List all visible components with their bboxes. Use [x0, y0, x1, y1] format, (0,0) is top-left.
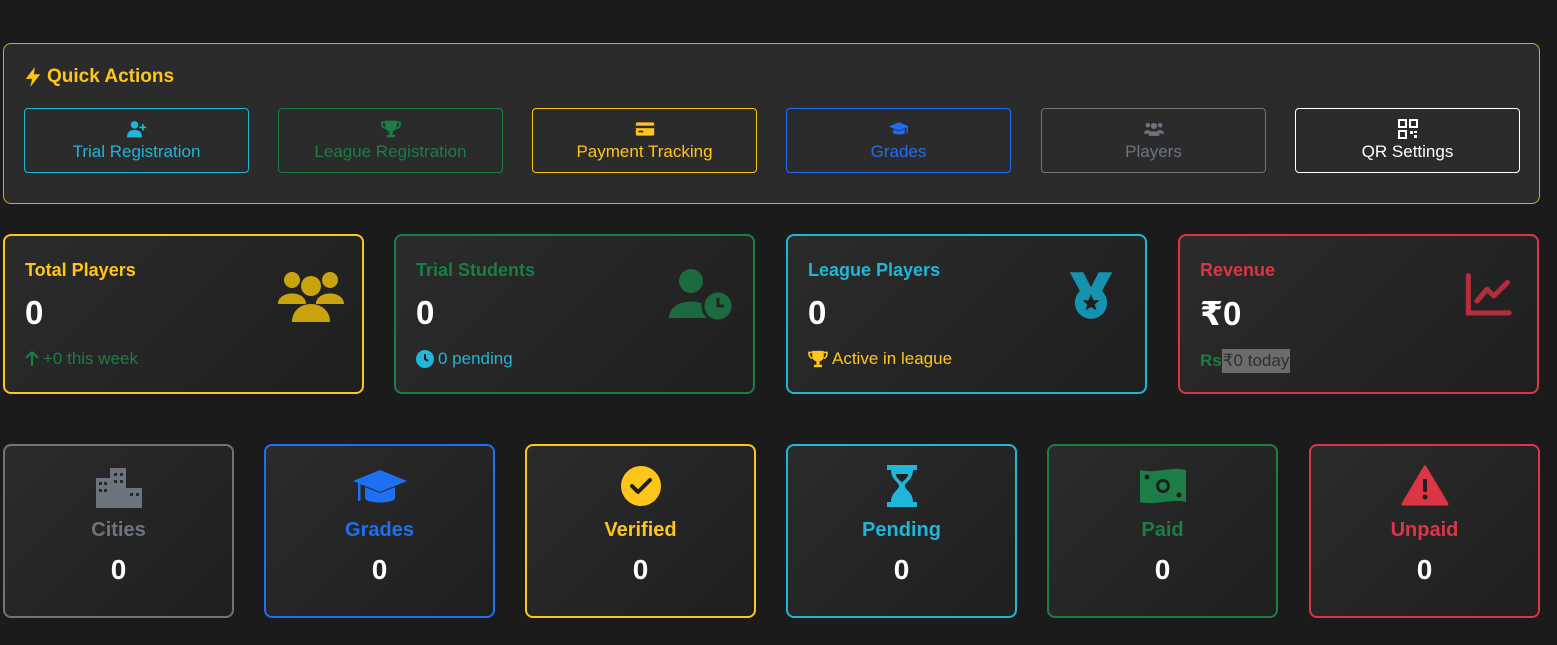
- check-circle-icon: [620, 466, 661, 506]
- league-registration-button[interactable]: League Registration: [278, 108, 503, 173]
- cities-card: Cities 0: [3, 444, 234, 618]
- paid-card: Paid 0: [1047, 444, 1278, 618]
- grades-button[interactable]: Grades: [786, 108, 1011, 173]
- league-players-card: League Players 0 Active in league: [786, 234, 1147, 394]
- stat-subtext: Rs ₹0 today: [1200, 349, 1291, 373]
- grades-card: Grades 0: [264, 444, 495, 618]
- payment-tracking-button[interactable]: Payment Tracking: [532, 108, 757, 173]
- stat-subtext-text: +0 this week: [43, 349, 138, 368]
- stat-title: Trial Students: [416, 260, 536, 280]
- stat-subtext: Active in league: [808, 349, 952, 369]
- revenue-card: Revenue ₹0 Rs ₹0 today: [1178, 234, 1539, 394]
- stat-subtext-text: ₹0 today: [1221, 349, 1291, 373]
- summary-value: 0: [371, 554, 388, 585]
- payment-tracking-label: Payment Tracking: [576, 142, 713, 161]
- players-button[interactable]: Players: [1041, 108, 1266, 173]
- quick-actions-panel: Quick Actions Trial Registration League …: [3, 43, 1540, 204]
- user-clock-icon: [669, 269, 735, 323]
- summary-label: Unpaid: [1390, 519, 1459, 541]
- unpaid-card: Unpaid 0: [1309, 444, 1540, 618]
- clock-icon: [416, 350, 434, 368]
- trial-registration-label: Trial Registration: [72, 142, 201, 161]
- quick-actions-title: Quick Actions: [24, 66, 174, 88]
- credit-card-icon: [635, 122, 654, 136]
- currency-prefix: Rs: [1200, 351, 1222, 370]
- stat-value: ₹0: [1200, 295, 1242, 332]
- users-icon: [1143, 122, 1164, 136]
- stat-subtext: +0 this week: [25, 349, 138, 369]
- warning-icon: [1401, 465, 1448, 506]
- trophy-icon: [380, 120, 401, 138]
- stat-value: 0: [25, 294, 44, 331]
- summary-value: 0: [1416, 554, 1433, 585]
- chart-line-icon: [1465, 273, 1512, 316]
- bolt-icon: [25, 67, 41, 87]
- trial-students-card: Trial Students 0 0 pending: [394, 234, 755, 394]
- qr-settings-button[interactable]: QR Settings: [1295, 108, 1520, 173]
- qrcode-icon: [1397, 119, 1418, 139]
- summary-label: Cities: [91, 519, 146, 541]
- users-icon: [278, 272, 344, 322]
- summary-label: Pending: [862, 519, 941, 541]
- total-players-card: Total Players 0 +0 this week: [3, 234, 364, 394]
- stat-value: 0: [416, 294, 435, 331]
- graduation-cap-icon: [888, 122, 909, 135]
- qr-settings-label: QR Settings: [1361, 142, 1454, 161]
- money-bill-icon: [1139, 468, 1186, 504]
- hourglass-icon: [886, 465, 917, 507]
- summary-value: 0: [632, 554, 649, 585]
- stat-title: Total Players: [25, 260, 136, 280]
- trial-registration-button[interactable]: Trial Registration: [24, 108, 249, 173]
- stat-subtext-text: Active in league: [832, 349, 953, 368]
- trophy-icon: [808, 350, 828, 368]
- stat-subtext: 0 pending: [416, 349, 513, 369]
- league-registration-label: League Registration: [314, 142, 467, 161]
- grades-label: Grades: [870, 142, 927, 161]
- pending-card: Pending 0: [786, 444, 1017, 618]
- summary-label: Grades: [345, 519, 414, 541]
- verified-card: Verified 0: [525, 444, 756, 618]
- stat-title: Revenue: [1200, 260, 1276, 280]
- user-plus-icon: [126, 121, 146, 138]
- summary-value: 0: [110, 554, 127, 585]
- graduation-cap-icon: [352, 470, 407, 503]
- summary-value: 0: [893, 554, 910, 585]
- stat-title: League Players: [808, 260, 941, 280]
- arrow-up-icon: [25, 351, 39, 366]
- players-label: Players: [1125, 142, 1182, 161]
- stat-subtext-text: 0 pending: [438, 349, 513, 368]
- stat-value: 0: [808, 294, 827, 331]
- summary-label: Paid: [1141, 519, 1184, 541]
- medal-icon: [1069, 272, 1113, 319]
- summary-label: Verified: [604, 519, 677, 541]
- quick-actions-title-text: Quick Actions: [47, 66, 175, 87]
- city-icon: [95, 468, 142, 508]
- summary-value: 0: [1154, 554, 1171, 585]
